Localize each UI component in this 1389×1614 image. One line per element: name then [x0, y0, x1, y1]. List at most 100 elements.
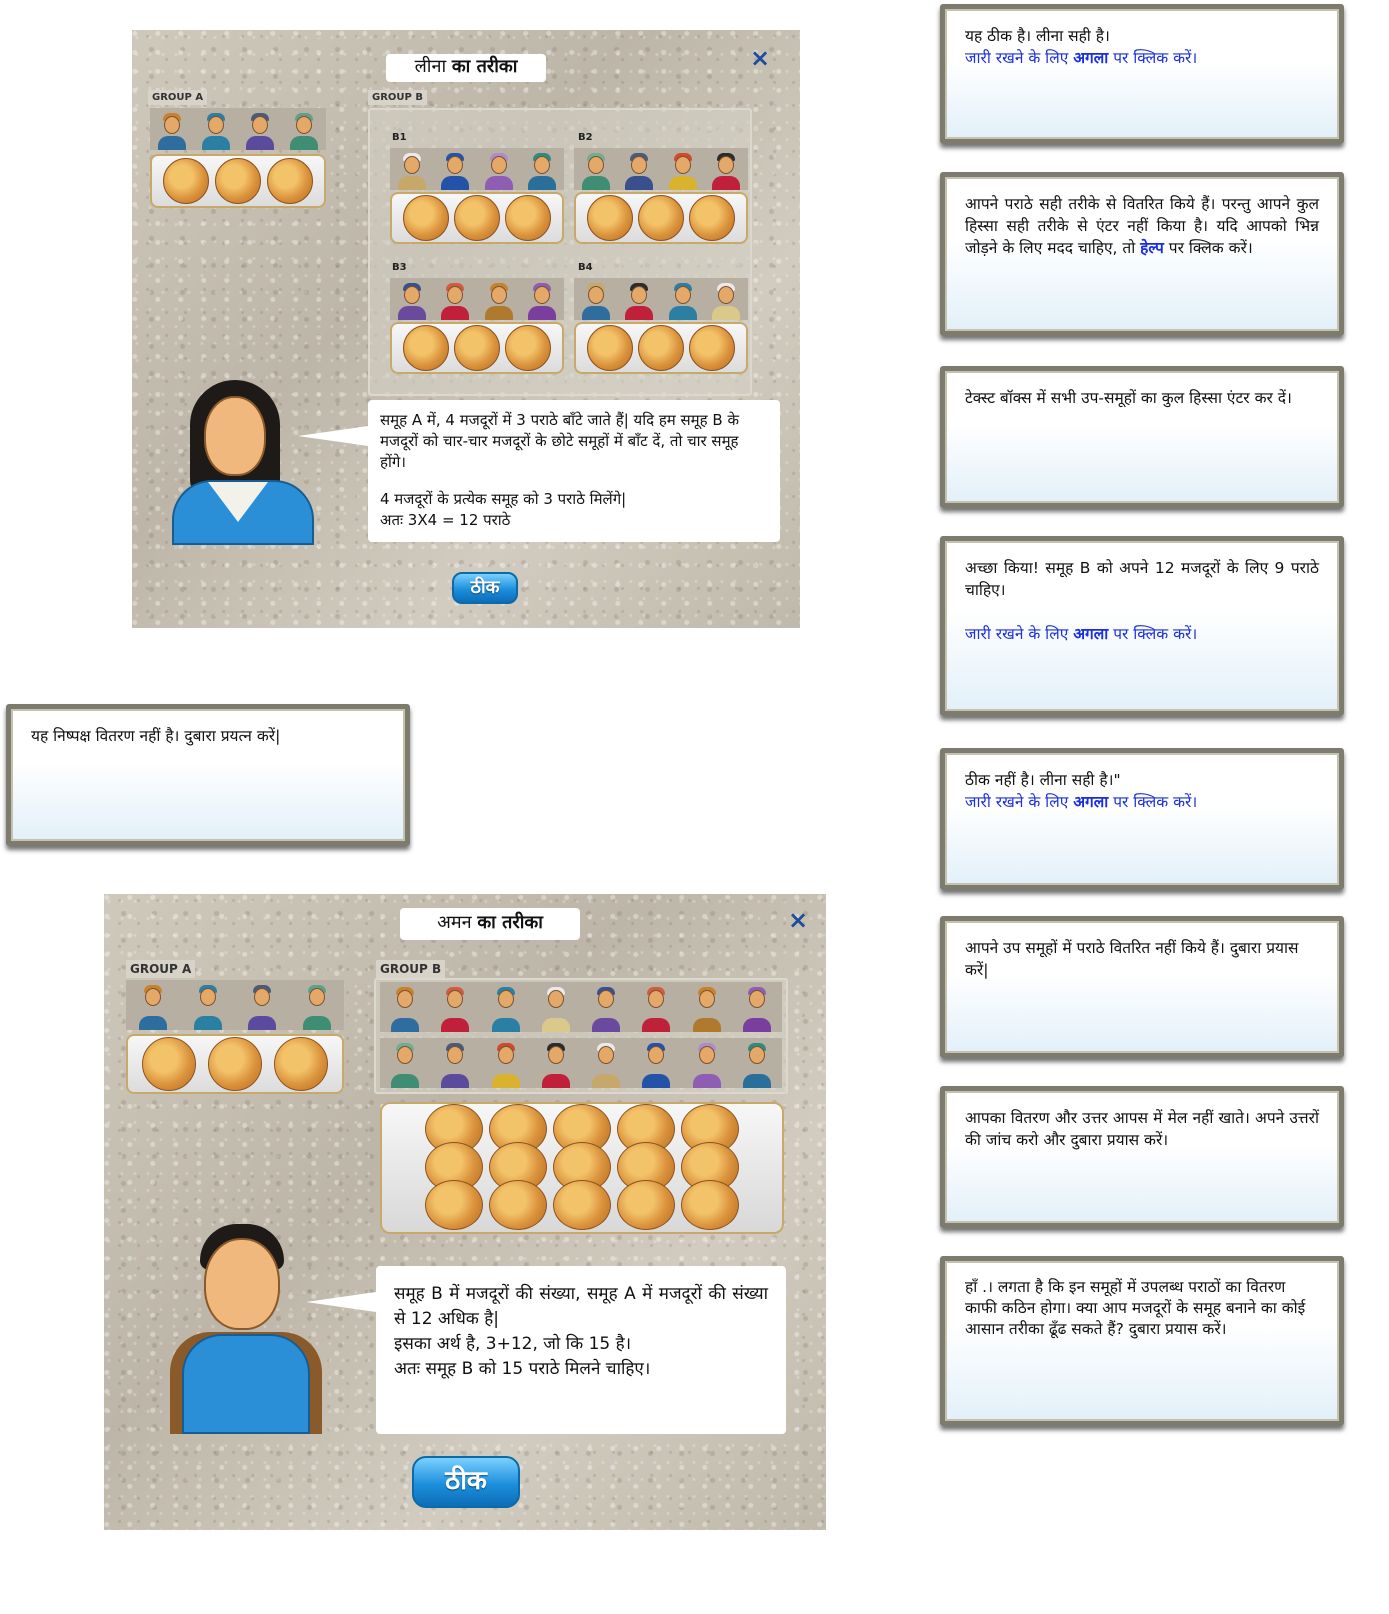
speech-line: अतः समूह B को 15 पराठे मिलने चाहिए। [394, 1359, 651, 1379]
paratha [505, 195, 552, 241]
title-name: अमन [437, 912, 472, 933]
paratha [267, 158, 313, 204]
speech-line: इसका अर्थ है, 3+12, जो कि 15 है। [394, 1334, 632, 1354]
next-instruction: जारी रखने के लिए अगला पर क्लिक करें। [965, 791, 1319, 813]
worker-figure [709, 148, 743, 190]
group-a-tray [126, 1034, 344, 1094]
worker-figure [525, 278, 559, 320]
help-link[interactable]: हेल्प [1140, 239, 1164, 257]
worker-figure [709, 278, 743, 320]
feedback-text: ठीक नहीं है। लीना सही है।" [965, 771, 1121, 789]
speech-line: समूह A में, 4 मजदूरों में 3 पराठे बाँटे … [380, 411, 739, 471]
paratha [402, 325, 449, 371]
worker-figure [740, 982, 774, 1032]
leena-method-panel: लीना का तरीका × GROUP A GROUP B B1 B2 B3… [132, 30, 800, 628]
subgroup-b1-tray [390, 192, 564, 244]
panel-title: अमन का तरीका [400, 908, 580, 940]
paratha [453, 195, 500, 241]
paratha [489, 1180, 547, 1230]
close-icon[interactable]: × [750, 46, 770, 70]
subgroup-b3-tray [390, 322, 564, 374]
paratha [586, 325, 633, 371]
subgroup-b2-workers [574, 148, 748, 190]
group-a-tray [150, 154, 326, 208]
instruction-text: पर क्लिक करें। [1108, 625, 1198, 643]
title-rest: का तरीका [477, 912, 543, 933]
next-link[interactable]: अगला [1073, 793, 1108, 811]
worker-figure [622, 148, 656, 190]
subgroup-b2-tray [574, 192, 748, 244]
worker-figure [245, 980, 279, 1030]
ok-button[interactable]: ठीक [452, 572, 518, 604]
group-a-label: GROUP A [126, 960, 196, 978]
worker-figure [666, 278, 700, 320]
feedback-total-share-wrong: आपने पराठे सही तरीके से वितरित किये हैं।… [940, 172, 1344, 336]
close-icon[interactable]: × [788, 908, 808, 932]
aman-avatar [160, 1224, 332, 1434]
next-link[interactable]: अगला [1073, 49, 1108, 67]
speech-line: समूह B में मजदूरों की संख्या, समूह A में… [394, 1284, 768, 1329]
worker-figure [388, 982, 422, 1032]
worker-figure [300, 980, 334, 1030]
leena-avatar [168, 380, 318, 545]
speech-line: अतः 3X4 = 12 पराठे [380, 511, 511, 529]
worker-figure [666, 148, 700, 190]
subgroup-label-b3: B3 [392, 262, 407, 273]
paratha [617, 1180, 675, 1230]
worker-figure [740, 1038, 774, 1088]
leena-speech-bubble: समूह A में, 4 मजदूरों में 3 पराठे बाँटे … [298, 400, 780, 542]
worker-figure [482, 278, 516, 320]
worker-figure [243, 108, 277, 150]
instruction-text: जारी रखने के लिए [965, 625, 1074, 643]
subgroup-label-b1: B1 [392, 132, 407, 143]
paratha [208, 1037, 262, 1091]
paratha [637, 195, 684, 241]
paratha [553, 1180, 611, 1230]
worker-figure [395, 148, 429, 190]
avatar-face [204, 1238, 280, 1330]
worker-figure [136, 980, 170, 1030]
worker-figure [579, 148, 613, 190]
paratha [681, 1180, 739, 1230]
worker-figure [539, 982, 573, 1032]
title-name: लीना [414, 56, 447, 77]
paratha [689, 325, 736, 371]
ok-button[interactable]: ठीक [412, 1456, 520, 1508]
worker-figure [690, 982, 724, 1032]
worker-figure [639, 982, 673, 1032]
feedback-text: आपका वितरण और उत्तर आपस में मेल नहीं खात… [965, 1109, 1319, 1149]
paratha [274, 1037, 328, 1091]
worker-figure [589, 1038, 623, 1088]
group-b-workers-row-2 [380, 1038, 782, 1088]
worker-figure [438, 1038, 472, 1088]
paratha [689, 195, 736, 241]
paratha [453, 325, 500, 371]
group-b-workers-row-1 [380, 982, 782, 1032]
feedback-find-easier-way: हाँ .। लगता है कि इन समूहों में उपलब्ध प… [940, 1256, 1344, 1426]
worker-figure [579, 278, 613, 320]
subgroup-b4-tray [574, 322, 748, 374]
avatar-face [204, 396, 266, 476]
worker-figure [155, 108, 189, 150]
worker-figure [438, 148, 472, 190]
feedback-text: अच्छा किया! समूह B को अपने 12 मजदूरों के… [965, 559, 1319, 599]
title-rest: का तरीका [451, 56, 518, 77]
feedback-not-distributed: आपने उप समूहों में पराठे वितरित नहीं किय… [940, 916, 1344, 1058]
feedback-mismatch: आपका वितरण और उत्तर आपस में मेल नहीं खात… [940, 1086, 1344, 1228]
feedback-text: टेक्स्ट बॉक्स में सभी उप-समूहों का कुल ह… [965, 389, 1292, 407]
aman-speech-bubble: समूह B में मजदूरों की संख्या, समूह A में… [306, 1266, 786, 1434]
paratha [163, 158, 209, 204]
group-a-workers [150, 108, 326, 150]
feedback-unfair-distribution: यह निष्पक्ष वितरण नहीं है। दुबारा प्रयत्… [6, 704, 410, 846]
instruction-text: पर क्लिक करें। [1108, 49, 1198, 67]
feedback-text-part: पर क्लिक करें। [1163, 239, 1253, 257]
subgroup-b3-workers [390, 278, 564, 320]
worker-figure [395, 278, 429, 320]
next-link[interactable]: अगला [1073, 625, 1108, 643]
feedback-well-done: अच्छा किया! समूह B को अपने 12 मजदूरों के… [940, 536, 1344, 716]
avatar-torso [182, 1334, 310, 1434]
paratha [215, 158, 261, 204]
group-b-label: GROUP B [368, 90, 427, 105]
panel-title: लीना का तरीका [386, 54, 546, 82]
worker-figure [287, 108, 321, 150]
